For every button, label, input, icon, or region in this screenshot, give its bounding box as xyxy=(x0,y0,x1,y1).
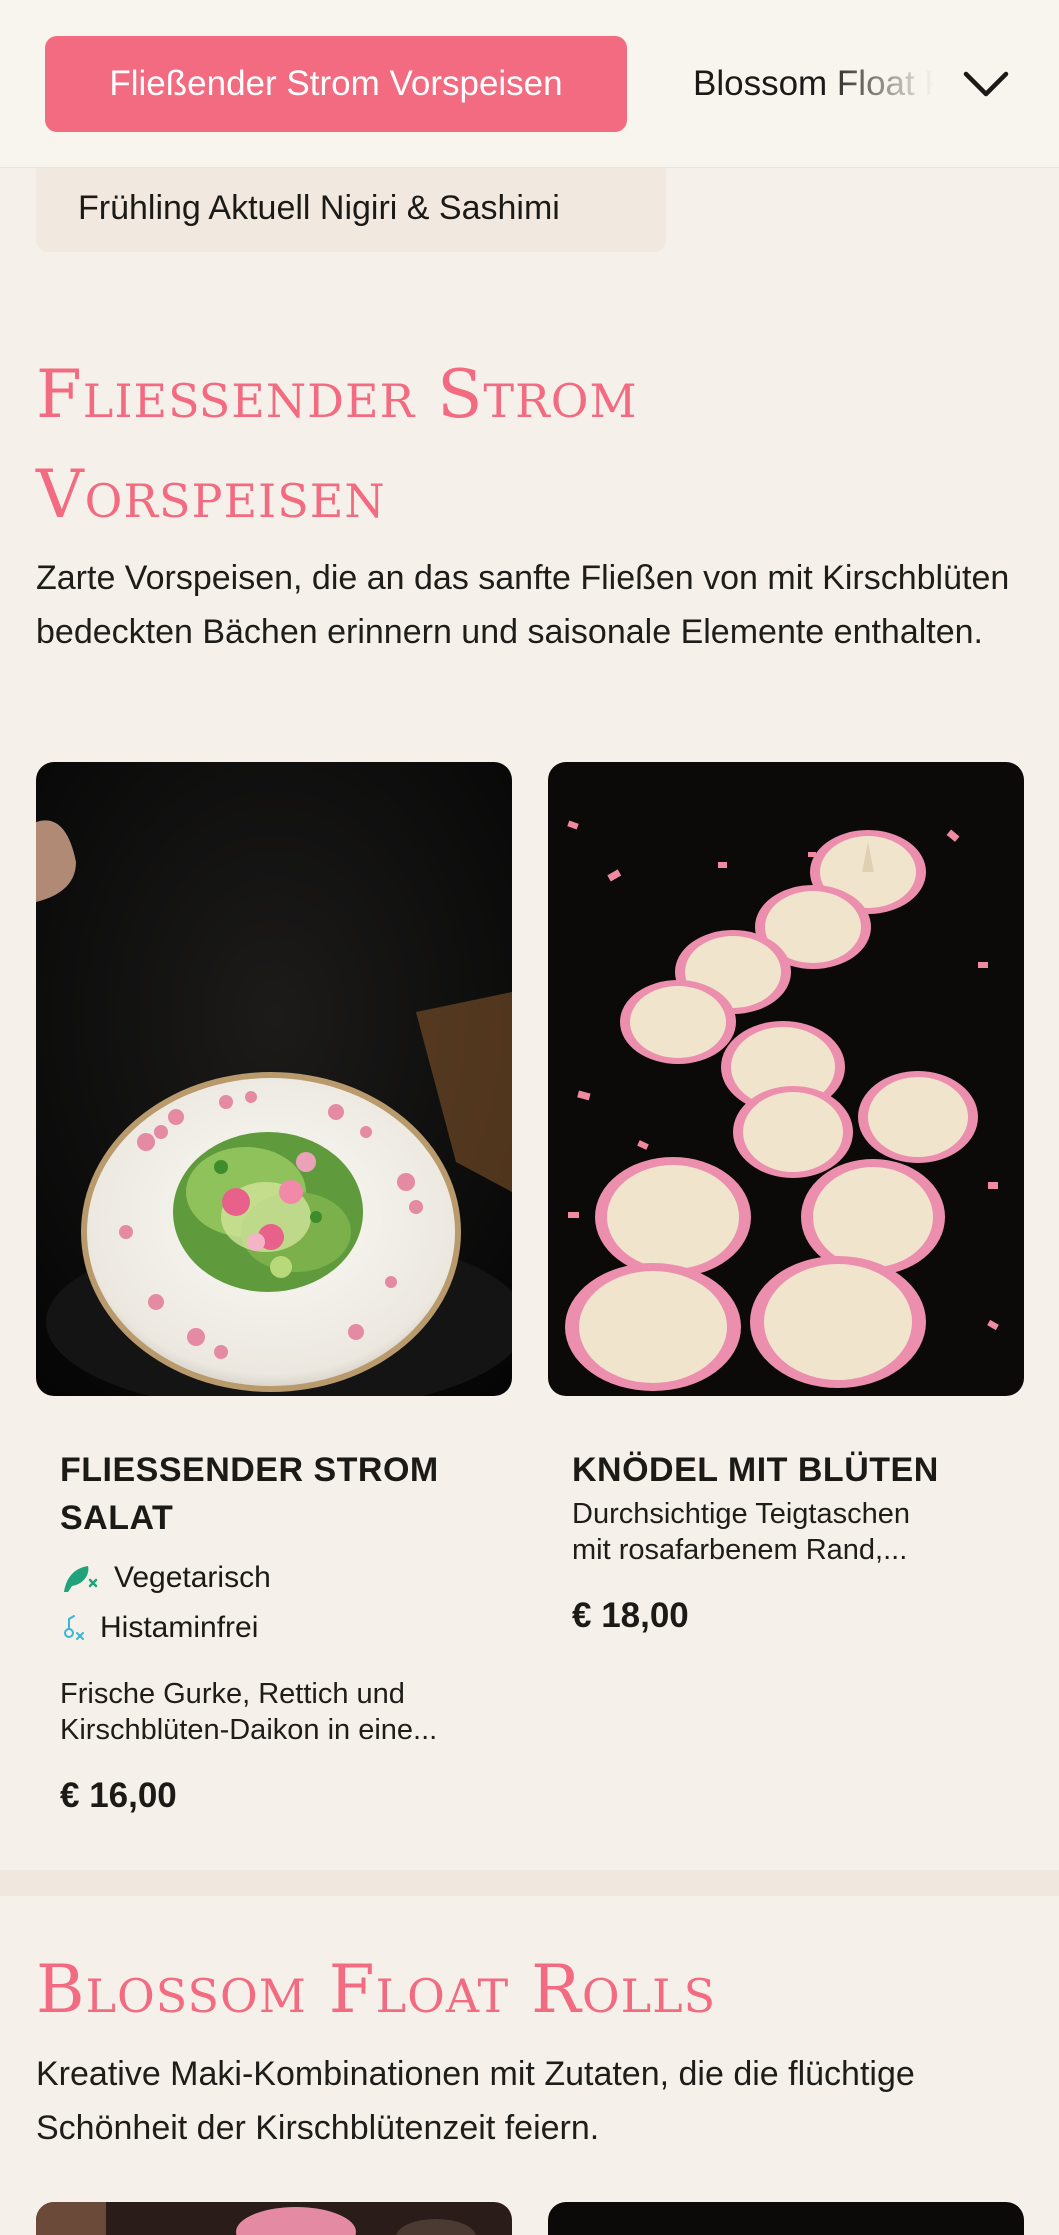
section-title-line: Vorspeisen xyxy=(36,456,386,533)
section-description: Kreative Maki-Kombinationen mit Zutaten,… xyxy=(36,2055,915,2147)
dish-image xyxy=(36,762,512,1396)
menu-item-card[interactable] xyxy=(548,2202,1024,2235)
section-title-line: Fließender Strom xyxy=(36,356,638,433)
category-option-nigiri-sashimi[interactable]: Frühling Aktuell Nigiri & Sashimi xyxy=(36,164,666,252)
dish-description-line: Kirschblüten-Daikon in eine... xyxy=(60,1714,438,1746)
dish-description-line: Durchsichtige Teigtaschen xyxy=(572,1498,910,1530)
dish-description-line: mit rosafarbenem Rand,... xyxy=(572,1534,908,1566)
tab-blossom-float-rolls[interactable]: Blossom Float Rolls xyxy=(693,36,933,132)
dish-name: Fließender Strom Salat xyxy=(60,1451,439,1537)
dish-description-line: Frische Gurke, Rettich und xyxy=(60,1678,405,1710)
histamine-free-icon xyxy=(64,1615,84,1640)
dish-description: Frische Gurke, Rettich und Kirschblüten-… xyxy=(60,1676,500,1748)
section-divider xyxy=(0,1870,1059,1896)
section-title: Fließender Strom Vorspeisen xyxy=(36,345,638,545)
menu-item-card[interactable]: Knödel mit Blüten Durchsichtige Teigtasc… xyxy=(548,762,1024,1636)
badge-vegetarian: Vegetarisch xyxy=(60,1558,512,1598)
dish-image xyxy=(548,762,1024,1396)
section-description: Zarte Vorspeisen, die an das sanfte Flie… xyxy=(36,559,1010,651)
tab-fliessender-strom-vorspeisen[interactable]: Fließender Strom Vorspeisen xyxy=(45,36,627,132)
dish-description: Durchsichtige Teigtaschen mit rosafarben… xyxy=(572,1496,1012,1568)
section-title: Blossom Float Rolls xyxy=(36,1951,717,2028)
leaf-icon xyxy=(64,1566,98,1592)
badge-label: Vegetarisch xyxy=(114,1561,271,1594)
category-nav: Fließender Strom Vorspeisen Blossom Floa… xyxy=(0,0,1059,168)
dish-price: € 18,00 xyxy=(572,1596,689,1635)
dish-name: Knödel mit Blüten xyxy=(572,1451,939,1489)
dish-price: € 16,00 xyxy=(60,1776,177,1815)
menu-item-card[interactable] xyxy=(36,2202,512,2235)
badge-histamine-free: Histaminfrei xyxy=(60,1608,512,1648)
menu-item-card[interactable]: Fließender Strom Salat Vegetarisch Hista… xyxy=(36,762,512,1816)
dish-image xyxy=(36,2202,512,2235)
chevron-down-icon[interactable] xyxy=(960,60,1012,108)
badge-label: Histaminfrei xyxy=(100,1611,259,1644)
dish-image xyxy=(548,2202,1024,2235)
